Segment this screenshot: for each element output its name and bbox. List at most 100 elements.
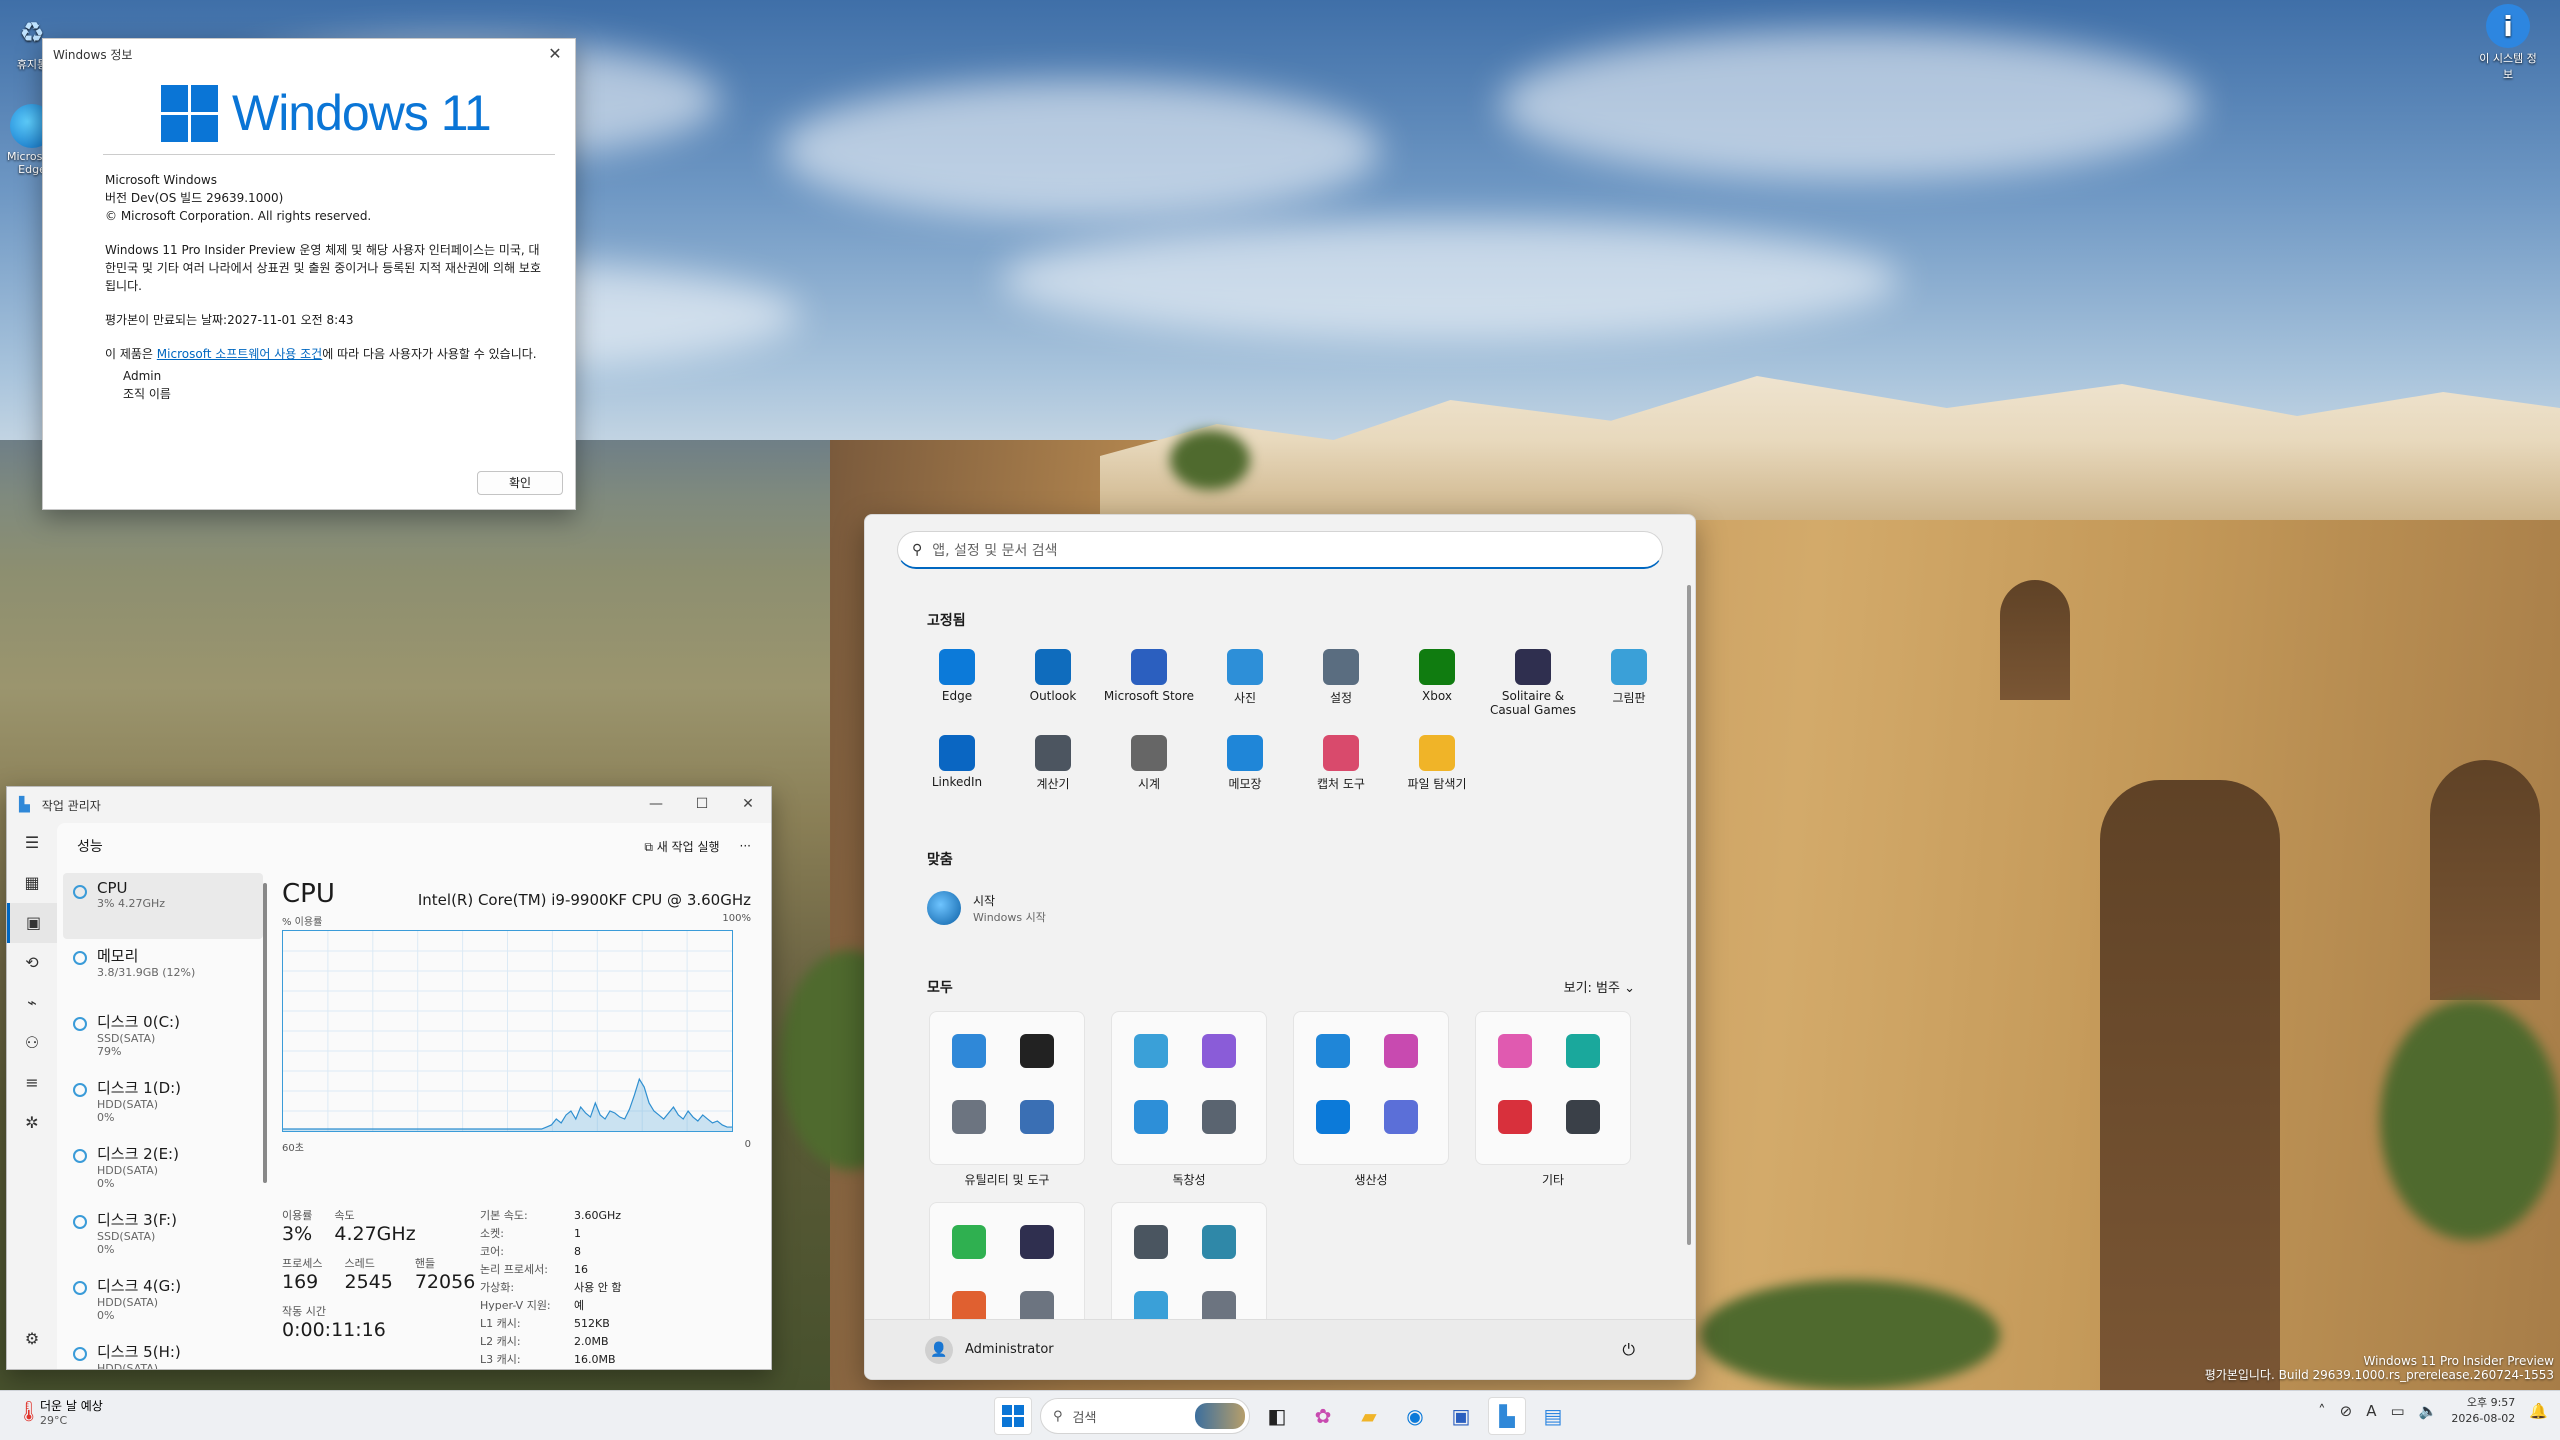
ok-button[interactable]: 확인 <box>477 471 563 495</box>
more-options-button[interactable]: ··· <box>740 839 751 853</box>
startup-apps-nav-icon[interactable]: ⌁ <box>7 983 57 1023</box>
users-nav-icon[interactable]: ⚇ <box>7 1023 57 1063</box>
edge-icon <box>939 649 975 685</box>
services-nav-icon[interactable]: ✲ <box>7 1103 57 1143</box>
pinned-app-solitaire[interactable]: Solitaire & Casual Games <box>1485 649 1581 719</box>
app-history-nav-icon[interactable]: ⟲ <box>7 943 57 983</box>
close-icon[interactable]: ✕ <box>725 787 771 821</box>
license-link[interactable]: Microsoft 소프트웨어 사용 조건 <box>157 347 322 361</box>
file-explorer-icon[interactable]: ▰ <box>1350 1397 1388 1435</box>
app-category[interactable]: 생산성 <box>1293 1011 1449 1188</box>
chevron-up-icon[interactable]: ˄ <box>2318 1402 2326 1420</box>
pinned-app-folder[interactable]: 파일 탐색기 <box>1389 735 1485 805</box>
pinned-app-calculator[interactable]: 계산기 <box>1005 735 1101 805</box>
clock[interactable]: 오후 9:57 2026-08-02 <box>2451 1395 2515 1427</box>
windows-logo: Windows 11 <box>161 84 492 142</box>
notification-bell-icon[interactable]: 🔔 <box>2529 1402 2548 1420</box>
processes-value: 169 <box>282 1271 319 1293</box>
volume-icon[interactable]: 🔈 <box>2419 1402 2438 1420</box>
pinned-app-xbox[interactable]: Xbox <box>1389 649 1485 719</box>
edge-icon[interactable]: ◉ <box>1396 1397 1434 1435</box>
start-button[interactable] <box>994 1397 1032 1435</box>
snipping-tool-icon <box>1323 735 1359 771</box>
task-manager-taskbar-icon[interactable]: ▙ <box>1488 1397 1526 1435</box>
pinned-app-snipping-tool[interactable]: 캡처 도구 <box>1293 735 1389 805</box>
category-folder[interactable] <box>929 1011 1085 1165</box>
perf-item[interactable]: 디스크 3(F:) SSD(SATA) 0% <box>63 1203 263 1269</box>
category-folder[interactable] <box>1475 1011 1631 1165</box>
perf-item[interactable]: 디스크 4(G:) HDD(SATA) 0% <box>63 1269 263 1335</box>
license-suffix: 에 따라 다음 사용자가 사용할 수 있습니다. <box>322 347 537 361</box>
perf-item[interactable]: 디스크 0(C:) SSD(SATA) 79% <box>63 1005 263 1071</box>
pinned-app-clock[interactable]: 시계 <box>1101 735 1197 805</box>
dialog-titlebar[interactable]: Windows 정보 <box>43 39 575 69</box>
task-view-icon[interactable]: ◧ <box>1258 1397 1296 1435</box>
pinned-app-gear[interactable]: 설정 <box>1293 649 1389 719</box>
clock-date: 2026-08-02 <box>2451 1412 2516 1425</box>
ime-icon[interactable]: A <box>2366 1402 2376 1420</box>
desktop-icon-system-info[interactable]: i 이 시스템 정보 <box>2478 4 2538 82</box>
pinned-app-store[interactable]: Microsoft Store <box>1101 649 1197 719</box>
store-icon[interactable]: ▣ <box>1442 1397 1480 1435</box>
app-tile-icon <box>1134 1034 1168 1068</box>
start-search-box[interactable]: ⚲ 앱, 설정 및 문서 검색 <box>897 531 1663 569</box>
close-icon[interactable]: ✕ <box>543 43 567 65</box>
pinned-app-outlook[interactable]: Outlook <box>1005 649 1101 719</box>
perf-item[interactable]: 메모리 3.8/31.9GB (12%) <box>63 939 263 1005</box>
scrollbar[interactable] <box>1687 585 1691 1245</box>
handles-value: 72056 <box>414 1271 476 1293</box>
display-icon[interactable]: ▭ <box>2391 1402 2405 1420</box>
settings-nav-icon[interactable]: ⚙ <box>7 1319 57 1359</box>
category-folder[interactable] <box>1111 1011 1267 1165</box>
perf-item[interactable]: 디스크 1(D:) HDD(SATA) 0% <box>63 1071 263 1137</box>
recommended-item[interactable]: 시작 Windows 시작 <box>927 891 1046 925</box>
app-tile-icon <box>952 1100 986 1134</box>
spec-value: 사용 안 함 <box>574 1281 622 1294</box>
pinned-app-paint[interactable]: 그림판 <box>1581 649 1677 719</box>
pinned-app-notepad[interactable]: 메모장 <box>1197 735 1293 805</box>
power-icon[interactable]: ⏻ <box>1622 1340 1635 1360</box>
hamburger-menu-icon[interactable]: ☰ <box>7 823 57 863</box>
perf-item[interactable]: CPU 3% 4.27GHz <box>63 873 263 939</box>
pinned-heading: 고정됨 <box>927 613 966 629</box>
taskbar-search[interactable]: ⚲ 검색 <box>1040 1398 1250 1434</box>
search-placeholder: 앱, 설정 및 문서 검색 <box>932 542 1058 559</box>
scrollbar[interactable] <box>263 883 267 1183</box>
app-tile-icon <box>1384 1034 1418 1068</box>
pinned-app-linkedin[interactable]: LinkedIn <box>909 735 1005 805</box>
spec-key: L3 캐시: <box>480 1353 521 1366</box>
app-tile-icon <box>1566 1100 1600 1134</box>
run-new-task-button[interactable]: ⧉ 새 작업 실행 <box>644 838 719 855</box>
perf-item[interactable]: 디스크 5(H:) HDD(SATA) <box>63 1335 263 1369</box>
pinned-app-photos[interactable]: 사진 <box>1197 649 1293 719</box>
processes-nav-icon[interactable]: ▦ <box>7 863 57 903</box>
pinned-app-label: 메모장 <box>1228 777 1262 791</box>
minimize-icon[interactable]: — <box>633 787 679 821</box>
perf-item[interactable]: 디스크 2(E:) HDD(SATA) 0% <box>63 1137 263 1203</box>
app-tile-icon <box>1202 1100 1236 1134</box>
perf-item-sub2: 0% <box>97 1177 115 1190</box>
details-nav-icon[interactable]: ≡ <box>7 1063 57 1103</box>
product-name: Microsoft Windows <box>105 173 217 187</box>
category-label: 유틸리티 및 도구 <box>964 1173 1050 1187</box>
category-label: 독창성 <box>1172 1173 1206 1187</box>
task-manager-window: ▙ 작업 관리자 — ☐ ✕ ☰ ▦ ▣ ⟲ ⌁ ⚇ ≡ ✲ ⚙ 성능 ⧉ 새 … <box>6 786 772 1370</box>
system-info-taskbar-icon[interactable]: ▤ <box>1534 1397 1572 1435</box>
category-label: 기타 <box>1541 1173 1565 1187</box>
app-category[interactable]: 기타 <box>1475 1011 1631 1188</box>
app-category[interactable]: 유틸리티 및 도구 <box>929 1011 1085 1188</box>
perf-item-name: 메모리 <box>97 947 139 965</box>
pinned-app-edge[interactable]: Edge <box>909 649 1005 719</box>
gear-icon <box>1323 649 1359 685</box>
pinned-app-label: Microsoft Store <box>1103 689 1195 703</box>
category-folder[interactable] <box>1293 1011 1449 1165</box>
maximize-icon[interactable]: ☐ <box>679 787 725 821</box>
weather-widget[interactable]: 🌡 더운 날 예상 29°C <box>16 1397 103 1427</box>
copilot-icon[interactable]: ✿ <box>1304 1397 1342 1435</box>
user-account-button[interactable]: 👤 Administrator <box>925 1335 1054 1364</box>
cpu-usage-graph <box>282 930 733 1132</box>
view-category-dropdown[interactable]: 보기: 범주 ⌄ <box>1564 977 1635 996</box>
performance-nav-icon[interactable]: ▣ <box>7 903 57 943</box>
app-category[interactable]: 독창성 <box>1111 1011 1267 1188</box>
network-icon[interactable]: ⊘ <box>2340 1402 2353 1420</box>
